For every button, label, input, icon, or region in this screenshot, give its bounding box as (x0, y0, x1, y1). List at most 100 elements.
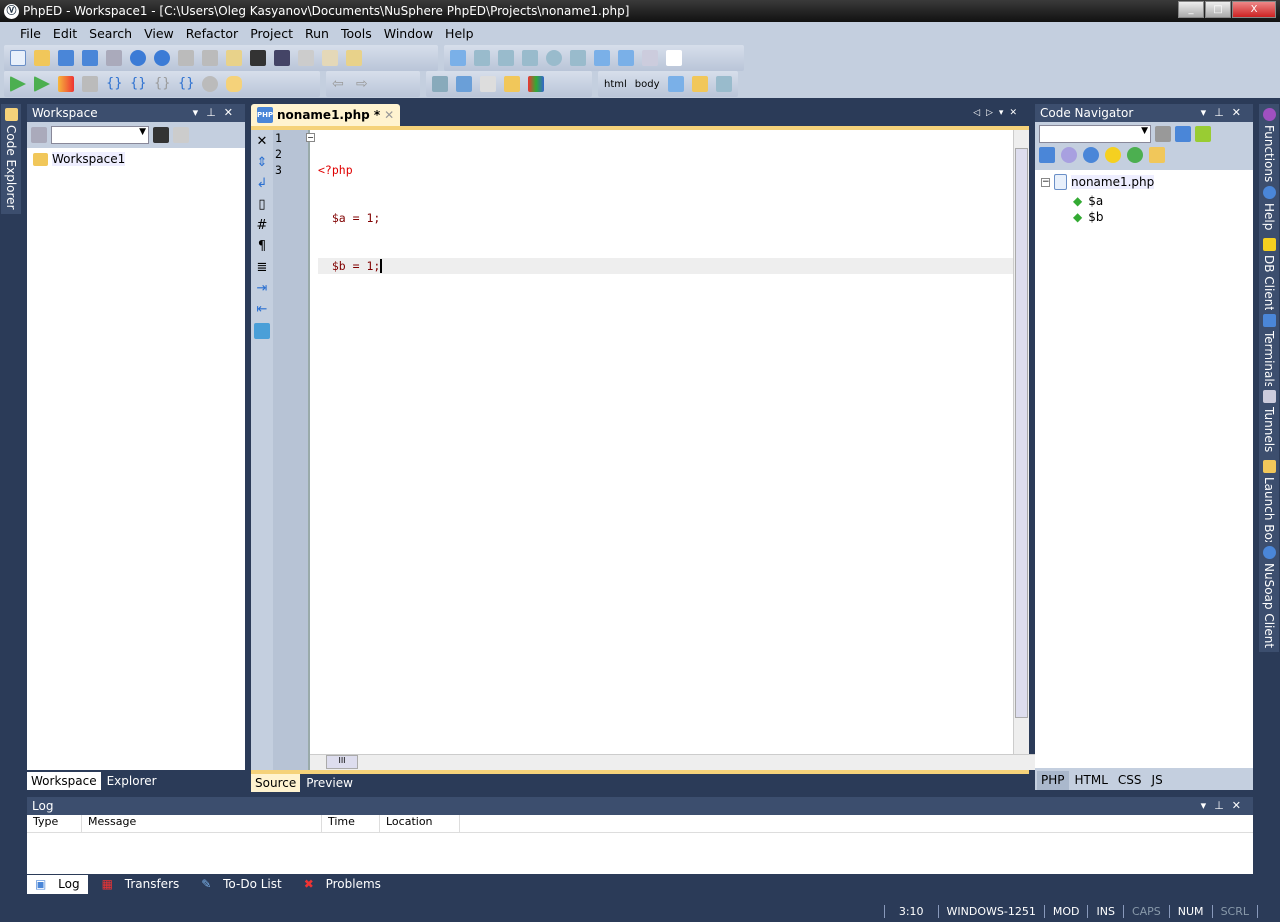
save-icon[interactable] (58, 50, 74, 66)
textbox-icon[interactable] (474, 50, 490, 66)
new-file-icon[interactable] (10, 50, 26, 66)
panel-controls[interactable]: ▾⊥✕ (1201, 104, 1249, 122)
tunnels-tab[interactable]: Tunnels (1259, 386, 1279, 457)
close-tab-icon[interactable]: ✕ (384, 108, 394, 122)
paste-icon[interactable] (226, 50, 242, 66)
forward-icon[interactable]: ⇨ (356, 76, 372, 92)
label-icon[interactable] (666, 50, 682, 66)
word-wrap-icon[interactable]: ↲ (257, 176, 268, 191)
menu-help[interactable]: Help (445, 26, 474, 41)
line-numbers-icon[interactable]: # (257, 218, 268, 233)
gutter-toggle-icon[interactable]: ▯ (258, 197, 265, 212)
goto-icon[interactable] (298, 50, 314, 66)
code-editor[interactable]: − <?php $a = 1; $b = 1; III (306, 130, 1050, 770)
menu-search[interactable]: Search (89, 26, 132, 41)
back-icon[interactable]: ⇦ (332, 76, 348, 92)
cut-icon[interactable] (178, 50, 194, 66)
tab-php[interactable]: PHP (1037, 771, 1069, 790)
tab-html[interactable]: HTML (1071, 771, 1112, 790)
open-icon[interactable] (34, 50, 50, 66)
menu-file[interactable]: File (20, 26, 41, 41)
tab-transfers[interactable]: ▦ Transfers (94, 875, 188, 894)
stop-icon[interactable] (202, 76, 218, 92)
navigator-find-icon[interactable] (1155, 126, 1171, 142)
minimize-button[interactable]: _ (1178, 1, 1204, 18)
tab-log[interactable]: ▣ Log (27, 875, 88, 894)
pilcrow-icon[interactable]: ¶ (258, 239, 266, 254)
tab-preview[interactable]: Preview (302, 774, 357, 792)
run-to-cursor-icon[interactable]: {} (178, 76, 195, 92)
replace-icon[interactable] (274, 50, 290, 66)
workspace-find-icon[interactable] (153, 127, 169, 143)
horizontal-scrollbar[interactable]: III (310, 754, 1050, 770)
navigator-view-icon[interactable] (1175, 126, 1191, 142)
column-location[interactable]: Location (380, 815, 460, 832)
settings-tools-icon[interactable] (432, 76, 448, 92)
split-icon[interactable]: ⇕ (257, 155, 268, 170)
tab-explorer[interactable]: Explorer (103, 772, 161, 790)
horizontal-scroll-thumb[interactable]: III (326, 755, 358, 769)
panel-controls[interactable]: ▾⊥✕ (193, 104, 241, 122)
profiler-icon[interactable] (58, 76, 74, 92)
help-tab[interactable]: Help (1259, 182, 1279, 235)
debug-run-icon[interactable] (34, 76, 50, 92)
input-icon[interactable] (570, 50, 586, 66)
button-icon[interactable] (642, 50, 658, 66)
encoding[interactable]: WINDOWS-1251 (937, 904, 1044, 918)
tab-todo[interactable]: ✎ To-Do List (193, 875, 289, 894)
deploy-icon[interactable] (106, 50, 122, 66)
collapse-icon[interactable]: − (1041, 177, 1050, 187)
navigator-sort-icon[interactable] (1195, 126, 1211, 142)
redo-icon[interactable] (154, 50, 170, 66)
menu-window[interactable]: Window (384, 26, 433, 41)
table-icon[interactable] (498, 50, 514, 66)
hand-icon[interactable] (226, 76, 242, 92)
tab-problems[interactable]: ✖ Problems (296, 875, 389, 894)
copy-icon[interactable] (202, 50, 218, 66)
tab-noname1[interactable]: PHP noname1.php * ✕ (251, 104, 401, 126)
format-icon[interactable]: ≣ (257, 260, 268, 275)
code-explorer-tab[interactable]: Code Explorer (1, 104, 21, 214)
column-type[interactable]: Type (27, 815, 82, 832)
palette-icon[interactable] (504, 76, 520, 92)
public-filter-icon[interactable] (1127, 147, 1143, 163)
save-all-icon[interactable] (82, 50, 98, 66)
db-client-tab[interactable]: DB Client (1259, 234, 1279, 316)
menu-refactor[interactable]: Refactor (186, 26, 238, 41)
file-node[interactable]: − noname1.php (1041, 174, 1247, 190)
menu-project[interactable]: Project (250, 26, 293, 41)
menu-tools[interactable]: Tools (341, 26, 372, 41)
column-message[interactable]: Message (82, 815, 322, 832)
vertical-scroll-thumb[interactable] (1015, 148, 1028, 718)
protected-filter-icon[interactable] (1105, 147, 1121, 163)
pause-icon[interactable] (82, 76, 98, 92)
undo-icon[interactable] (130, 50, 146, 66)
folder-filter-icon[interactable] (1149, 147, 1165, 163)
select-icon[interactable] (618, 50, 634, 66)
run-icon[interactable] (10, 76, 26, 92)
navigator-combo[interactable]: ▼ (1039, 125, 1151, 143)
link-editor-icon[interactable] (1039, 147, 1055, 163)
maximize-button[interactable]: □ (1205, 1, 1231, 18)
functions-tab[interactable]: Functions (1259, 104, 1279, 187)
column-time[interactable]: Time (322, 815, 380, 832)
tab-source[interactable]: Source (251, 774, 301, 792)
variable-node[interactable]: ◆ $a (1073, 194, 1247, 208)
tab-js[interactable]: JS (1148, 771, 1167, 790)
link-icon[interactable] (715, 76, 732, 92)
publish-icon[interactable] (456, 76, 472, 92)
step-over-icon[interactable]: {} (130, 76, 147, 92)
menu-edit[interactable]: Edit (53, 26, 77, 41)
launch-box-tab[interactable]: Launch Box (1259, 456, 1279, 551)
tab-workspace[interactable]: Workspace (27, 772, 101, 790)
body-tag-button[interactable]: body (635, 79, 660, 90)
close-editor-icon[interactable]: ✕ (257, 134, 268, 149)
export-icon[interactable] (480, 76, 496, 92)
image-icon[interactable] (691, 76, 708, 92)
radio-icon[interactable] (546, 50, 562, 66)
list-icon[interactable] (594, 50, 610, 66)
private-filter-icon[interactable] (1083, 147, 1099, 163)
bookmark-icon[interactable] (322, 50, 338, 66)
tab-css[interactable]: CSS (1114, 771, 1146, 790)
indent-icon[interactable]: ⇥ (257, 281, 268, 296)
